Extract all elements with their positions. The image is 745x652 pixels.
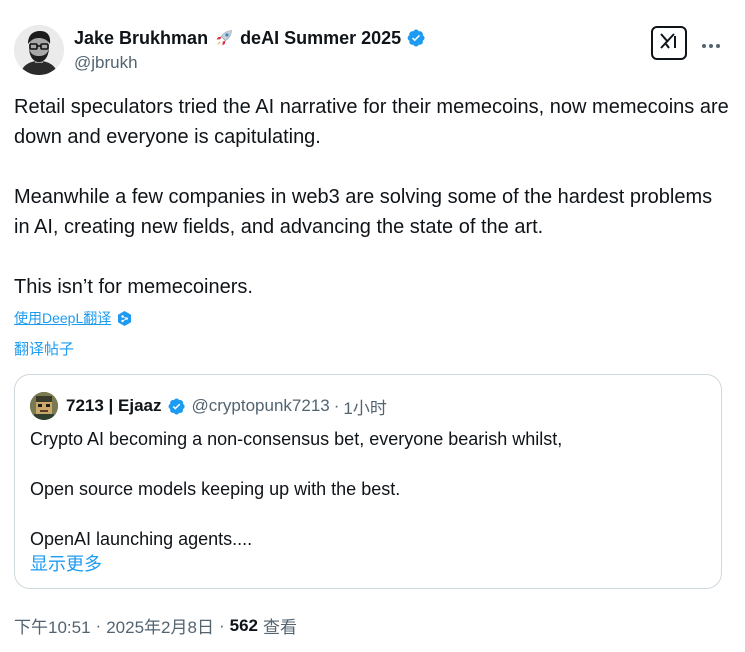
quoted-author-avatar	[30, 392, 58, 420]
tweet-date[interactable]: 2025年2月8日	[106, 613, 214, 638]
tweet: Jake Brukhman deAI Summer 2025 @jbrukh R…	[0, 0, 745, 652]
more-horizontal-icon	[701, 32, 721, 55]
tweet-paragraph: This isn’t for memecoiners.	[14, 276, 253, 298]
meta-separator: ·	[95, 615, 102, 635]
views-count: 562	[229, 615, 258, 635]
author-name[interactable]: Jake Brukhman	[74, 28, 208, 49]
author-name-suffix[interactable]: deAI Summer 2025	[240, 28, 401, 49]
quoted-tweet-text: Crypto AI becoming a non-consensus bet, …	[30, 427, 710, 552]
tweet-paragraph: Meanwhile a few companies in web3 are so…	[14, 186, 713, 238]
author-handle[interactable]: @jbrukh	[74, 53, 426, 73]
quoted-author-name: 7213 | Ejaaz	[66, 396, 162, 415]
more-options-button[interactable]	[697, 30, 725, 56]
quoted-timestamp: 1小时	[343, 398, 387, 418]
tweet-text: Retail speculators tried the AI narrativ…	[14, 92, 729, 302]
verified-badge-icon	[167, 397, 186, 416]
views-label: 查看	[263, 618, 297, 637]
translate-post-link[interactable]: 翻译帖子	[14, 338, 74, 359]
rocket-emoji-icon	[214, 28, 234, 48]
grok-button[interactable]	[651, 26, 687, 60]
quoted-tweet[interactable]: 7213 | Ejaaz @cryptopunk7213 · 1小时 Crypt…	[14, 374, 722, 589]
deepl-icon	[116, 310, 133, 327]
author-avatar[interactable]	[14, 25, 64, 75]
grok-icon	[658, 30, 680, 57]
tweet-meta: 下午10:51 · 2025年2月8日 · 562 查看	[14, 613, 297, 638]
author-name-row[interactable]: Jake Brukhman deAI Summer 2025	[74, 26, 426, 50]
verified-badge-icon[interactable]	[406, 28, 426, 48]
tweet-paragraph: Retail speculators tried the AI narrativ…	[14, 96, 729, 148]
translate-deepl-link[interactable]: 使用DeepL翻译	[14, 308, 133, 328]
author-info: Jake Brukhman deAI Summer 2025 @jbrukh	[74, 26, 426, 73]
quoted-paragraph: Open source models keeping up with the b…	[30, 479, 401, 499]
quoted-paragraph: OpenAI launching agents....	[30, 529, 253, 549]
meta-separator: ·	[218, 615, 225, 635]
translate-deepl-label[interactable]: 使用DeepL翻译	[14, 308, 111, 328]
quoted-author-handle: @cryptopunk7213	[191, 396, 330, 415]
quoted-separator: ·	[333, 396, 340, 415]
tweet-time[interactable]: 下午10:51	[14, 613, 91, 638]
show-more-link[interactable]: 显示更多	[30, 550, 102, 576]
quoted-paragraph: Crypto AI becoming a non-consensus bet, …	[30, 429, 563, 449]
quoted-tweet-header: 7213 | Ejaaz @cryptopunk7213 · 1小时	[30, 392, 387, 420]
